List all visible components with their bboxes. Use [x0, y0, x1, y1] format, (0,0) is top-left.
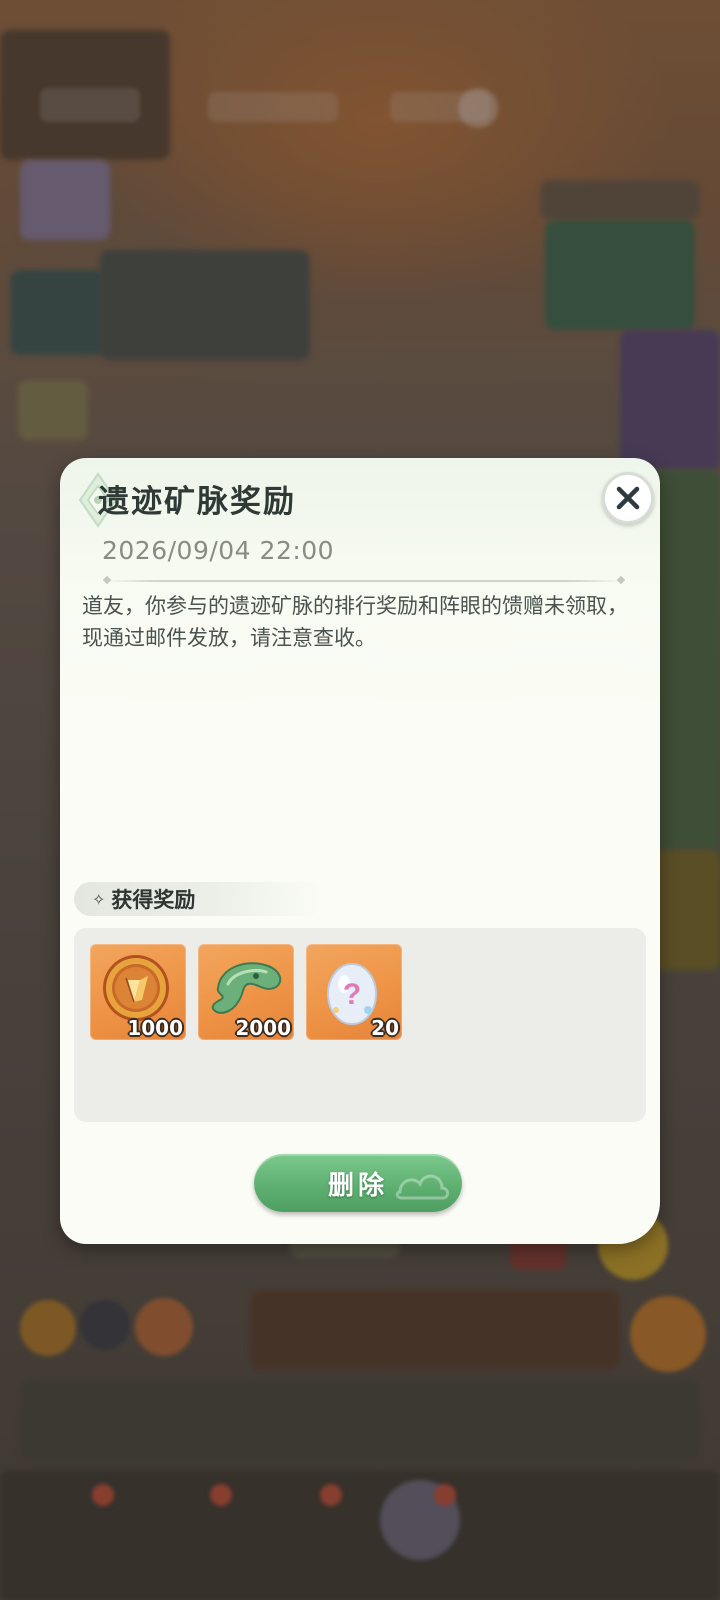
- reward-item[interactable]: 2000: [198, 944, 294, 1040]
- mail-body: 道友，你参与的遗迹矿脉的排行奖励和阵眼的馈赠未领取，现通过邮件发放，请注意查收。: [82, 594, 628, 650]
- reward-qty: 1000: [127, 1016, 183, 1040]
- reward-qty: 2000: [235, 1016, 291, 1040]
- reward-item[interactable]: ? 20: [306, 944, 402, 1040]
- delete-button-label: 删除: [327, 1170, 388, 1201]
- header-divider: [104, 580, 624, 582]
- sparkle-icon: ✧: [92, 889, 106, 909]
- rewards-header-label: 获得奖励: [111, 888, 196, 912]
- cloud-swirl-icon: [395, 1174, 450, 1200]
- close-icon: [616, 486, 640, 510]
- mail-dialog: 遗迹矿脉奖励 2026/09/04 22:00 道友，你参与的遗迹矿脉的排行奖励…: [60, 458, 660, 1244]
- mail-title: 遗迹矿脉奖励: [98, 484, 296, 520]
- svg-text:?: ?: [343, 978, 361, 1011]
- rewards-panel: 1000 2000 ? 20: [74, 928, 646, 1122]
- delete-button[interactable]: 删除: [254, 1154, 462, 1212]
- reward-qty: 20: [371, 1016, 399, 1040]
- reward-item[interactable]: 1000: [90, 944, 186, 1040]
- close-button[interactable]: [602, 472, 654, 524]
- rewards-header: ✧ 获得奖励: [74, 882, 324, 916]
- mail-date: 2026/09/04 22:00: [102, 536, 335, 565]
